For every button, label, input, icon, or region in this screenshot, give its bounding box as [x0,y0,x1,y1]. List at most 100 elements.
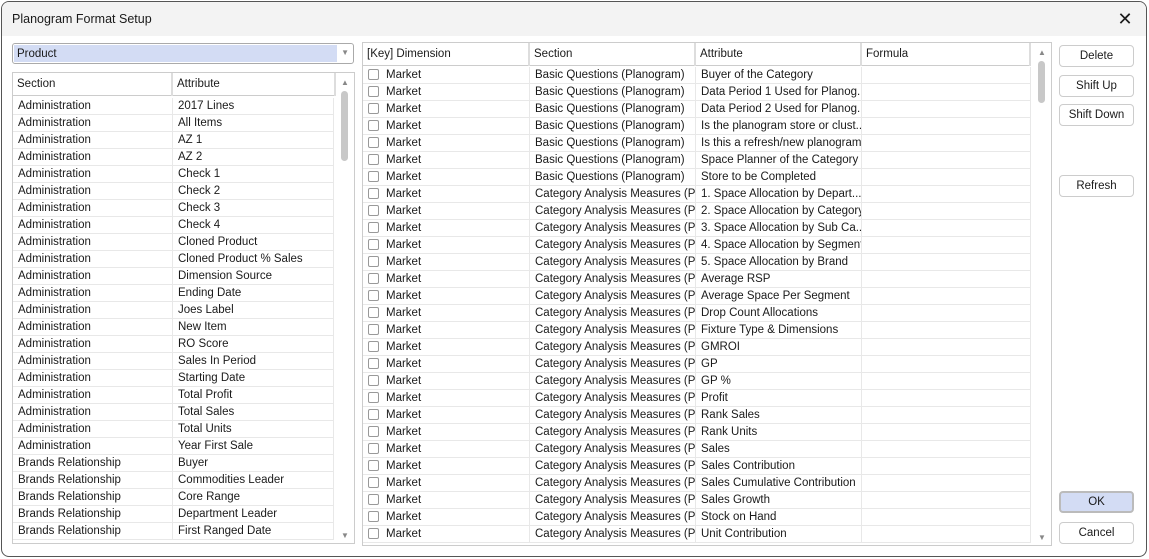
shift-up-button[interactable]: Shift Up [1059,75,1134,97]
table-row[interactable]: Market Category Analysis Measures (P... Sa… [363,458,1031,475]
delete-button[interactable]: Delete [1059,45,1134,67]
table-row[interactable]: Market Category Analysis Measures (P... 1.… [363,186,1031,203]
column-header-section[interactable]: Section [13,73,173,96]
key-checkbox[interactable] [368,103,379,114]
table-row[interactable]: Market Category Analysis Measures (P... Sa… [363,441,1031,458]
left-list-scrollbar[interactable]: ▲ ▼ [336,73,354,543]
key-checkbox[interactable] [368,69,379,80]
table-row[interactable]: Market Category Analysis Measures (P... Pr… [363,390,1031,407]
list-item[interactable]: Administration Check 2 [13,183,334,200]
table-row[interactable]: Market Category Analysis Measures (P... 5.… [363,254,1031,271]
key-checkbox[interactable] [368,528,379,539]
column-header-formula[interactable]: Formula [862,43,1031,66]
table-row[interactable]: Market Basic Questions (Planogram) Buyer o… [363,67,1031,84]
list-item[interactable]: Administration All Items [13,115,334,132]
list-item[interactable]: Administration Check 3 [13,200,334,217]
scroll-thumb[interactable] [1038,61,1045,103]
list-item[interactable]: Administration Ending Date [13,285,334,302]
list-item[interactable]: Administration Joes Label [13,302,334,319]
table-row[interactable]: Market Category Analysis Measures (P... Ra… [363,424,1031,441]
list-item[interactable]: Brands Relationship First Ranged Date [13,523,334,540]
key-checkbox[interactable] [368,460,379,471]
list-item[interactable]: Administration Check 1 [13,166,334,183]
key-checkbox[interactable] [368,443,379,454]
key-checkbox[interactable] [368,137,379,148]
table-row[interactable]: Market Basic Questions (Planogram) Data Pe… [363,84,1031,101]
close-icon[interactable]: ✕ [1112,6,1138,32]
key-checkbox[interactable] [368,307,379,318]
table-row[interactable]: Market Category Analysis Measures (P... Dr… [363,305,1031,322]
table-row[interactable]: Market Basic Questions (Planogram) Data Pe… [363,101,1031,118]
list-item[interactable]: Administration 2017 Lines [13,98,334,115]
column-header-attribute[interactable]: Attribute [696,43,862,66]
table-row[interactable]: Market Category Analysis Measures (P... Av… [363,271,1031,288]
key-checkbox[interactable] [368,171,379,182]
table-row[interactable]: Market Category Analysis Measures (P... Sa… [363,475,1031,492]
column-header-attribute[interactable]: Attribute [173,73,336,96]
table-row[interactable]: Market Basic Questions (Planogram) Store t… [363,169,1031,186]
scroll-thumb[interactable] [341,91,348,161]
table-row[interactable]: Market Category Analysis Measures (P... Sa… [363,492,1031,509]
table-row[interactable]: Market Category Analysis Measures (P... Un… [363,526,1031,543]
table-row[interactable]: Market Category Analysis Measures (P... GP… [363,373,1031,390]
chevron-down-icon[interactable]: ▼ [341,48,349,57]
list-item[interactable]: Administration Total Profit [13,387,334,404]
list-item[interactable]: Administration Total Units [13,421,334,438]
key-checkbox[interactable] [368,154,379,165]
list-item[interactable]: Administration Cloned Product % Sales [13,251,334,268]
key-checkbox[interactable] [368,375,379,386]
cancel-button[interactable]: Cancel [1059,522,1134,544]
key-checkbox[interactable] [368,426,379,437]
key-checkbox[interactable] [368,86,379,97]
list-item[interactable]: Administration AZ 1 [13,132,334,149]
key-checkbox[interactable] [368,324,379,335]
table-row[interactable]: Market Category Analysis Measures (P... GP [363,356,1031,373]
key-checkbox[interactable] [368,511,379,522]
key-checkbox[interactable] [368,358,379,369]
key-checkbox[interactable] [368,290,379,301]
list-item[interactable]: Brands Relationship Buyer [13,455,334,472]
list-item[interactable]: Administration Cloned Product [13,234,334,251]
list-item[interactable]: Administration Check 4 [13,217,334,234]
scroll-down-icon[interactable]: ▼ [341,531,349,540]
shift-down-button[interactable]: Shift Down [1059,104,1134,126]
selected-attributes-list[interactable]: [Key] Dimension Section Attribute Formul… [362,42,1052,546]
table-row[interactable]: Market Category Analysis Measures (P... GM… [363,339,1031,356]
scroll-up-icon[interactable]: ▲ [1038,48,1046,57]
table-row[interactable]: Market Category Analysis Measures (P... Fi… [363,322,1031,339]
table-row[interactable]: Market Category Analysis Measures (P... Av… [363,288,1031,305]
list-item[interactable]: Brands Relationship Commodities Leader [13,472,334,489]
scroll-down-icon[interactable]: ▼ [1038,533,1046,542]
key-checkbox[interactable] [368,477,379,488]
list-item[interactable]: Administration Dimension Source [13,268,334,285]
table-row[interactable]: Market Category Analysis Measures (P... 2.… [363,203,1031,220]
refresh-button[interactable]: Refresh [1059,175,1134,197]
scroll-up-icon[interactable]: ▲ [341,78,349,87]
key-checkbox[interactable] [368,273,379,284]
available-attributes-list[interactable]: Section Attribute ▲ ▼ Administration 2017… [12,72,355,544]
list-item[interactable]: Administration Total Sales [13,404,334,421]
key-checkbox[interactable] [368,205,379,216]
key-checkbox[interactable] [368,222,379,233]
key-checkbox[interactable] [368,341,379,352]
dimension-combobox[interactable]: Product ▼ [12,43,354,64]
list-item[interactable]: Administration RO Score [13,336,334,353]
list-item[interactable]: Administration Starting Date [13,370,334,387]
list-item[interactable]: Administration AZ 2 [13,149,334,166]
table-row[interactable]: Market Basic Questions (Planogram) Is the … [363,118,1031,135]
table-row[interactable]: Market Category Analysis Measures (P... Ra… [363,407,1031,424]
list-item[interactable]: Brands Relationship Department Leader [13,506,334,523]
key-checkbox[interactable] [368,494,379,505]
column-header-key-dimension[interactable]: [Key] Dimension [363,43,530,66]
table-row[interactable]: Market Category Analysis Measures (P... 3.… [363,220,1031,237]
table-row[interactable]: Market Category Analysis Measures (P... 4.… [363,237,1031,254]
ok-button[interactable]: OK [1059,491,1134,513]
key-checkbox[interactable] [368,239,379,250]
key-checkbox[interactable] [368,392,379,403]
list-item[interactable]: Administration Sales In Period [13,353,334,370]
list-item[interactable]: Administration New Item [13,319,334,336]
list-item[interactable]: Administration Year First Sale [13,438,334,455]
key-checkbox[interactable] [368,409,379,420]
table-row[interactable]: Market Category Analysis Measures (P... St… [363,509,1031,526]
table-row[interactable]: Market Basic Questions (Planogram) Is this… [363,135,1031,152]
